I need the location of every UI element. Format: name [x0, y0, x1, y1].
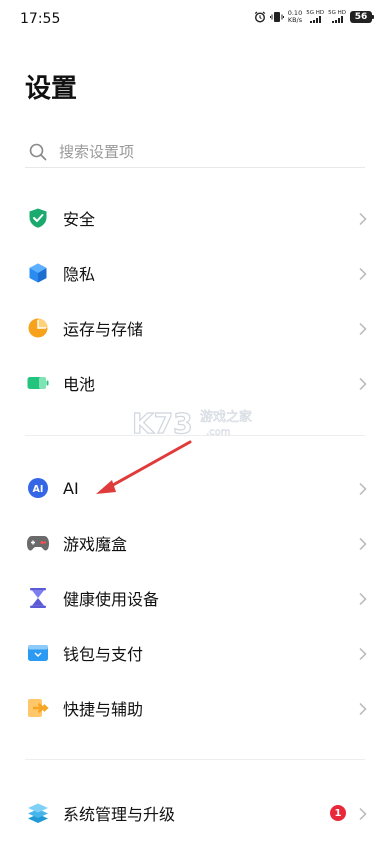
storage-pie-icon [26, 316, 50, 340]
settings-item-wallet[interactable]: 钱包与支付 [0, 629, 389, 677]
settings-item-label: 系统管理与升级 [63, 805, 176, 824]
settings-item-label: 钱包与支付 [63, 645, 144, 664]
signal-bars-icon [309, 16, 321, 23]
page-title: 设置 [25, 74, 78, 104]
settings-item-security[interactable]: 安全 [0, 194, 389, 242]
privacy-cube-icon [26, 261, 50, 285]
settings-item-label: 电池 [63, 375, 96, 394]
chevron-right-icon [358, 536, 368, 551]
wallet-icon [26, 641, 50, 665]
settings-item-digital-wellbeing[interactable]: 健康使用设备 [0, 574, 389, 622]
search-bar[interactable] [25, 136, 365, 168]
watermark-domain-text: .com [206, 427, 231, 438]
settings-item-label: 健康使用设备 [63, 590, 160, 609]
settings-item-game-box[interactable]: 游戏魔盒 [0, 519, 389, 567]
section-divider [25, 759, 365, 760]
alarm-icon [254, 11, 266, 23]
settings-item-battery[interactable]: 电池 [0, 359, 389, 407]
network-speed-unit: KB/s [287, 15, 303, 24]
chevron-right-icon [358, 591, 368, 606]
settings-item-label: 运存与存储 [63, 320, 144, 339]
chevron-right-icon [358, 266, 368, 281]
search-input[interactable] [59, 142, 329, 161]
settings-item-shortcuts-accessibility[interactable]: 快捷与辅助 [0, 684, 389, 732]
status-icons: 0.10 KB/s 5G HD 5G HD 56 [254, 10, 374, 23]
shortcut-icon [26, 696, 50, 720]
settings-item-system-update[interactable]: 系统管理与升级 1 [0, 789, 389, 837]
chevron-right-icon [358, 211, 368, 226]
chevron-right-icon [358, 646, 368, 661]
shield-icon [26, 206, 50, 230]
watermark-logo: K73 游戏之家 .com [131, 405, 272, 441]
chevron-right-icon [358, 701, 368, 716]
settings-item-label: 安全 [63, 210, 96, 229]
chevron-right-icon [358, 481, 368, 496]
settings-item-privacy[interactable]: 隐私 [0, 249, 389, 297]
settings-item-label: 隐私 [63, 265, 96, 284]
status-bar: 17:55 0.10 KB/s 5G HD 5G HD 56 [0, 0, 389, 40]
network-speed: 0.10 KB/s [288, 10, 302, 23]
battery-icon [26, 371, 50, 395]
status-time: 17:55 [20, 11, 61, 27]
notification-badge: 1 [330, 805, 346, 821]
watermark-brand-text: 游戏之家 [200, 409, 252, 425]
chevron-right-icon [358, 321, 368, 336]
search-icon [29, 143, 47, 161]
gamepad-icon [26, 531, 50, 555]
signal-sim2: 5G HD [328, 10, 346, 23]
signal-sim1: 5G HD [306, 10, 324, 23]
annotation-arrow [90, 438, 200, 500]
hourglass-icon [26, 586, 50, 610]
settings-item-label: AI [63, 478, 79, 498]
settings-item-label: 游戏魔盒 [63, 535, 128, 554]
signal-bars-icon [331, 16, 343, 23]
chevron-right-icon [358, 376, 368, 391]
system-layers-icon [26, 801, 50, 825]
watermark-logo-text: K73 [132, 407, 193, 440]
battery-status: 56 [350, 10, 374, 23]
ai-icon: AI [26, 476, 50, 500]
chevron-right-icon [358, 806, 368, 821]
settings-item-label: 快捷与辅助 [63, 700, 144, 719]
svg-text:AI: AI [33, 484, 44, 495]
vibrate-icon [269, 11, 284, 23]
settings-item-storage[interactable]: 运存与存储 [0, 304, 389, 352]
